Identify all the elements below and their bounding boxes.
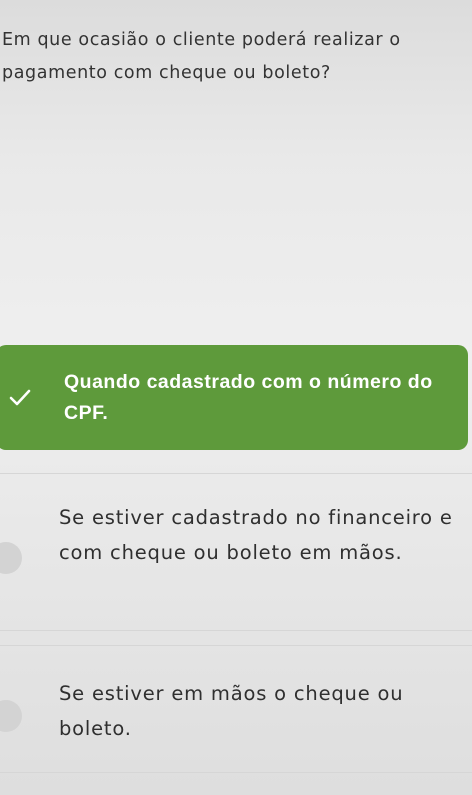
answer-option-1-label: Quando cadastrado com o número do CPF. — [64, 371, 433, 424]
answer-option-2[interactable]: Se estiver cadastrado no financeiro e co… — [0, 473, 472, 631]
check-icon — [9, 389, 31, 406]
answer-option-2-label: Se estiver cadastrado no financeiro e co… — [59, 506, 453, 564]
answer-option-3[interactable]: Se estiver em mãos o cheque ou boleto. — [0, 645, 472, 773]
radio-circle-icon[interactable] — [0, 700, 22, 732]
question-text: Em que ocasião o cliente poderá realizar… — [2, 30, 401, 83]
radio-circle-icon[interactable] — [0, 542, 22, 574]
answer-option-3-label: Se estiver em mãos o cheque ou boleto. — [59, 682, 404, 740]
answer-option-1[interactable]: Quando cadastrado com o número do CPF. — [0, 345, 468, 450]
